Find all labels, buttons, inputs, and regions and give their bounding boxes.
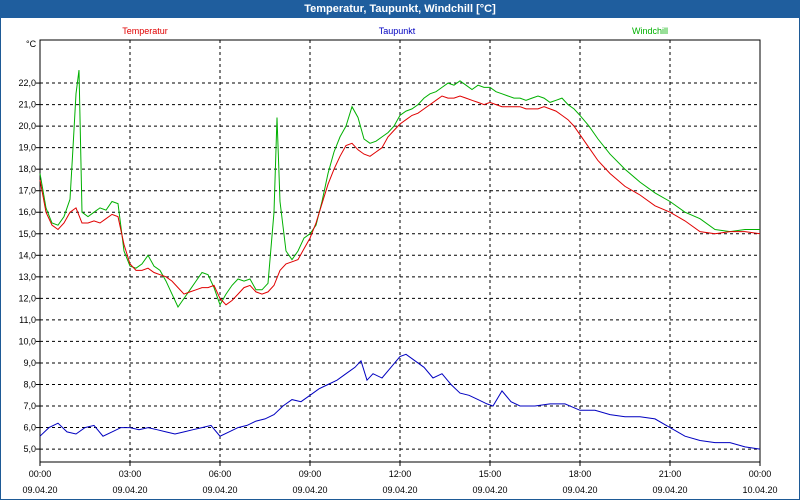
y-tick-label: 21,0 — [18, 100, 36, 110]
x-tick-time: 00:00 — [29, 469, 52, 479]
x-tick-time: 03:00 — [119, 469, 142, 479]
x-tick-date: 09.04.20 — [562, 485, 597, 495]
x-tick-time: 06:00 — [209, 469, 232, 479]
y-tick-label: 8,0 — [23, 379, 36, 389]
x-tick-date: 09.04.20 — [652, 485, 687, 495]
y-tick-label: 17,0 — [18, 186, 36, 196]
y-tick-label: 13,0 — [18, 272, 36, 282]
x-tick-date: 09.04.20 — [382, 485, 417, 495]
x-tick-time: 18:00 — [569, 469, 592, 479]
y-tick-label: 20,0 — [18, 121, 36, 131]
x-tick-time: 09:00 — [299, 469, 322, 479]
y-tick-label: 18,0 — [18, 164, 36, 174]
x-tick-date: 09.04.20 — [202, 485, 237, 495]
y-axis-label: °C — [26, 39, 37, 49]
x-tick-time: 12:00 — [389, 469, 412, 479]
y-tick-label: 14,0 — [18, 250, 36, 260]
legend-entry: Windchill — [632, 26, 668, 36]
legend-entry: Taupunkt — [379, 26, 416, 36]
x-tick-date: 09.04.20 — [112, 485, 147, 495]
y-tick-label: 7,0 — [23, 401, 36, 411]
x-tick-date: 09.04.20 — [472, 485, 507, 495]
x-tick-date: 09.04.20 — [292, 485, 327, 495]
x-tick-time: 00:00 — [749, 469, 772, 479]
y-tick-label: 9,0 — [23, 358, 36, 368]
y-tick-label: 6,0 — [23, 423, 36, 433]
x-tick-date: 10.04.20 — [742, 485, 777, 495]
y-tick-label: 15,0 — [18, 229, 36, 239]
legend-entry: Temperatur — [122, 26, 168, 36]
y-tick-label: 22,0 — [18, 78, 36, 88]
y-tick-label: 10,0 — [18, 336, 36, 346]
chart: 5,0 6,0 7,0 8,0 9,0 10,0 11,0 12,0 13,0 14,0 15,0 1… — [18, 26, 777, 495]
x-tick-date: 09.04.20 — [22, 485, 57, 495]
y-tick-label: 11,0 — [19, 315, 36, 325]
y-tick-label: 5,0 — [23, 444, 36, 454]
x-tick-time: 21:00 — [659, 469, 682, 479]
y-tick-label: 19,0 — [18, 143, 36, 153]
y-tick-label: 12,0 — [18, 293, 36, 303]
x-tick-time: 15:00 — [479, 469, 502, 479]
y-tick-label: 16,0 — [18, 207, 36, 217]
